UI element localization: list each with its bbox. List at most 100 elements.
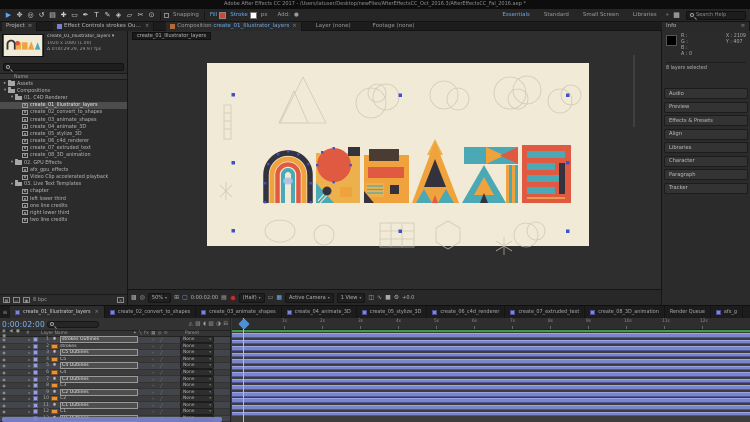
project-item-create-04-animate-3d[interactable]: create_04_animate_3D xyxy=(0,123,127,130)
tool-shape[interactable]: ▭ xyxy=(69,9,80,21)
close-icon[interactable]: × xyxy=(292,23,296,29)
add-button[interactable]: ● xyxy=(294,12,299,18)
layer-switches[interactable]: ⚬ ╱ xyxy=(138,350,178,355)
layer-duration-bar[interactable] xyxy=(232,398,750,403)
resolution-dropdown[interactable]: (Half)▾ xyxy=(239,293,265,303)
timeline-button-icon[interactable]: ■ xyxy=(385,294,391,301)
close-icon[interactable]: × xyxy=(95,309,99,315)
project-item-compositions[interactable]: ▾Compositions xyxy=(0,87,127,94)
project-item-two-line-credits[interactable]: two line credits xyxy=(0,217,127,224)
panel-menu-icon[interactable]: ≡ xyxy=(741,23,745,29)
layer-color-chip[interactable] xyxy=(33,370,38,375)
layer-switches[interactable]: ⚬ ╱ xyxy=(138,396,178,401)
layer-name[interactable]: C5 xyxy=(60,357,138,362)
timeline-tab-render-queue[interactable]: Render Queue xyxy=(665,306,711,319)
tab-project[interactable]: Project ≡ xyxy=(2,22,37,31)
layer-switches[interactable]: ⚬ ╱ xyxy=(138,383,178,388)
panel-preview[interactable]: Preview xyxy=(664,102,748,113)
layer-switches[interactable]: ⚬ ╱ xyxy=(138,337,178,342)
project-search-box[interactable] xyxy=(3,63,124,71)
workspace-grid-icon[interactable]: ▦ xyxy=(671,9,682,21)
project-item-one-line-credits[interactable]: one line credits xyxy=(0,202,127,209)
tool-type[interactable]: T xyxy=(91,9,102,21)
layer-color-chip[interactable] xyxy=(33,344,38,349)
eye-icon[interactable]: ◉ xyxy=(0,337,8,342)
draft-3d-icon[interactable]: ▨ xyxy=(195,321,200,327)
layer-color-chip[interactable] xyxy=(33,390,38,395)
expand-arrow-icon[interactable]: ▸ xyxy=(26,377,33,382)
channel-icon[interactable] xyxy=(230,295,236,301)
exposure-value[interactable]: +0.0 xyxy=(402,295,414,301)
tool-puppet-pin[interactable]: ⊙ xyxy=(146,9,157,21)
layer-name[interactable]: C3 xyxy=(60,383,138,388)
timeline-tab-afx-g[interactable]: afx_g xyxy=(711,306,743,319)
eye-icon[interactable]: ◉ xyxy=(0,350,8,355)
flowchart-icon[interactable]: ⚙ xyxy=(394,294,399,301)
eye-icon[interactable]: ◉ xyxy=(0,409,8,414)
timeline-tab-create-06-c4d-renderer[interactable]: create_06_c4d_renderer xyxy=(427,306,505,319)
panel-align[interactable]: Align xyxy=(664,129,748,140)
project-item-create-07-extruded-text[interactable]: create_07_extruded_text xyxy=(0,145,127,152)
layer-color-chip[interactable] xyxy=(33,357,38,362)
layer-switches[interactable]: ⚬ ╱ xyxy=(138,377,178,382)
project-item-01-c4d-renderer[interactable]: ▾01. C4D Renderer xyxy=(0,94,127,101)
tool-pen[interactable]: ✒ xyxy=(80,9,91,21)
expand-arrow-icon[interactable]: ▸ xyxy=(26,409,33,414)
fill-swatch[interactable] xyxy=(219,12,226,19)
layer-color-chip[interactable] xyxy=(33,383,38,388)
project-item-afx-gpu-effects[interactable]: afx_gpu_effects xyxy=(0,166,127,173)
layer-name[interactable]: C3 Outlines xyxy=(60,376,138,383)
layer-color-chip[interactable] xyxy=(33,377,38,382)
zoom-dropdown[interactable]: 50%▾ xyxy=(148,293,171,303)
comp-thumbnail[interactable] xyxy=(2,34,44,57)
eye-icon[interactable]: ◉ xyxy=(0,403,8,408)
project-item-create-02-convert-to-shapes[interactable]: create_02_convert_to_shapes xyxy=(0,109,127,116)
help-search-box[interactable]: Search Help xyxy=(686,11,746,20)
project-item-left-lower-third[interactable]: left lower third xyxy=(0,195,127,202)
expand-arrow-icon[interactable]: ▸ xyxy=(26,344,33,349)
timeline-tab-create-01-illustrator-layers[interactable]: create_01_Illustrator_layers× xyxy=(10,306,105,319)
eye-icon[interactable]: ◉ xyxy=(0,390,8,395)
eye-icon[interactable]: ◉ xyxy=(0,344,8,349)
panel-character[interactable]: Character xyxy=(664,156,748,167)
time-ruler[interactable]: 1s2s3s4s5s6s7s8s9s10s11s12s xyxy=(232,318,750,330)
expand-arrow-icon[interactable]: ▸ xyxy=(26,396,33,401)
pixel-aspect-icon[interactable]: ◫ xyxy=(368,294,374,301)
project-item-02-gpu-effects[interactable]: ▾02. GPU Effects xyxy=(0,159,127,166)
tool-brush[interactable]: ✎ xyxy=(102,9,113,21)
tab-composition[interactable]: Composition create_01_Illustrator_layers… xyxy=(166,22,301,31)
layer-duration-bar[interactable] xyxy=(232,366,750,371)
horizontal-scrollbar[interactable] xyxy=(2,417,222,422)
tab-effect-controls[interactable]: Effect Controls strokes Outlin × xyxy=(53,22,154,31)
project-item-assets[interactable]: ▸Assets xyxy=(0,80,127,87)
region-of-interest-icon[interactable]: ▭ xyxy=(268,294,274,301)
snapping-checkbox[interactable] xyxy=(164,13,169,18)
layer-color-chip[interactable] xyxy=(33,363,38,368)
eye-icon[interactable]: ◉ xyxy=(0,383,8,388)
layer-switches[interactable]: ⚬ ╱ xyxy=(138,370,178,375)
eye-icon[interactable]: ◉ xyxy=(0,396,8,401)
eye-icon[interactable]: ◉ xyxy=(0,377,8,382)
tool-eraser[interactable]: ▱ xyxy=(124,9,135,21)
layer-duration-bar[interactable] xyxy=(232,340,750,345)
tool-pan-behind[interactable]: ✚ xyxy=(58,9,69,21)
interpret-footage-icon[interactable]: ▩ xyxy=(3,297,10,303)
layer-duration-bar[interactable] xyxy=(232,372,750,377)
viewer-timecode[interactable]: 0:00:02:00 xyxy=(191,295,218,301)
project-item-chapter[interactable]: chapter xyxy=(0,188,127,195)
panel-menu-icon[interactable]: ≡ xyxy=(28,23,32,29)
tool-camera[interactable]: ▤ xyxy=(47,9,58,21)
frame-blend-icon[interactable]: ▧ xyxy=(208,321,213,327)
layer-name[interactable]: strokes Outlines xyxy=(60,336,138,343)
eye-icon[interactable]: ◉ xyxy=(0,370,8,375)
layer-color-chip[interactable] xyxy=(33,350,38,355)
layer-duration-bar[interactable] xyxy=(232,346,750,351)
layer-duration-bar[interactable] xyxy=(232,392,750,397)
timeline-search-box[interactable] xyxy=(47,321,99,328)
workspace-small-screen[interactable]: Small Screen xyxy=(583,12,619,18)
parent-dropdown[interactable]: None▾ xyxy=(180,369,214,376)
project-bpc-label[interactable]: 8 bpc xyxy=(33,297,47,303)
fill-label[interactable]: Fill xyxy=(210,12,217,18)
layer-name[interactable]: C1 Outlines xyxy=(60,402,138,409)
magnification-icon[interactable]: ◎ xyxy=(140,294,145,301)
